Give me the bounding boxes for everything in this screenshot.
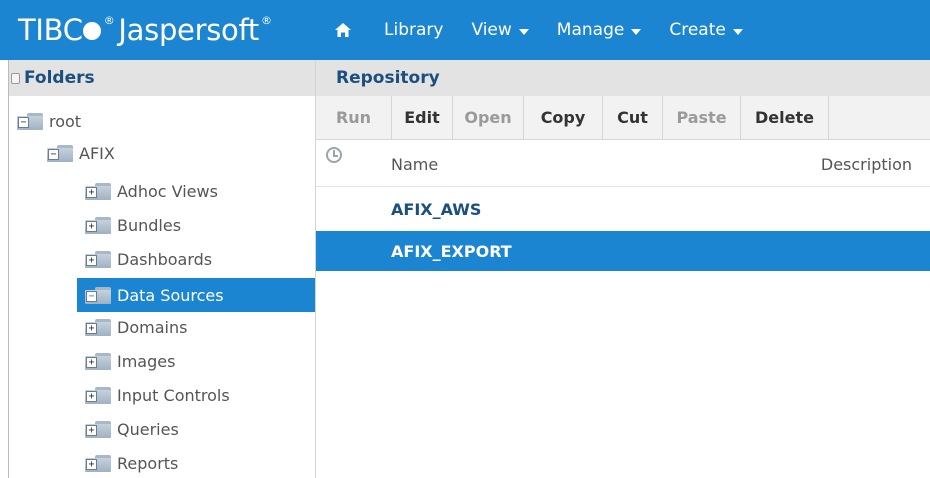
column-description-header[interactable]: Description (821, 155, 912, 174)
jaspersoft-logo[interactable]: TIBC ® Jaspersoft ® (0, 13, 322, 47)
folder-icon: + (85, 250, 111, 268)
cut-button[interactable]: Cut (603, 96, 663, 139)
folders-title: Folders (24, 68, 95, 88)
plus-box-icon[interactable]: + (86, 424, 97, 436)
plus-box-icon[interactable]: + (86, 390, 97, 402)
minus-box-icon[interactable]: − (48, 148, 59, 160)
nav-manage-label: Manage (556, 20, 625, 40)
repository-list: AFIX_AWS AFIX_EXPORT (316, 187, 930, 271)
tree-node-label: root (49, 111, 82, 131)
tree-node[interactable]: − AFIX (47, 138, 115, 168)
tree-node-label: Dashboards (117, 249, 213, 269)
tree-node[interactable]: + Adhoc Views (85, 176, 218, 206)
plus-box-icon[interactable]: + (86, 254, 97, 266)
folder-icon: + (85, 216, 111, 234)
repository-header: Repository (316, 60, 930, 96)
folders-panel-header: Folders (9, 60, 315, 96)
top-navigation-bar: TIBC ® Jaspersoft ® Library View Manage Cre… (0, 0, 930, 60)
edit-button-label: Edit (404, 108, 440, 127)
tree-node[interactable]: − root (17, 106, 81, 136)
tree-node-label: Images (117, 351, 176, 371)
repository-title: Repository (336, 68, 440, 88)
tree-node-label: Reports (117, 453, 179, 473)
tree-node-label: Queries (117, 419, 179, 439)
logo-dot-icon (82, 22, 101, 40)
tree-node-label: AFIX (79, 143, 115, 163)
minus-box-icon[interactable]: − (86, 290, 97, 302)
run-button-label: Run (335, 108, 372, 127)
tree-node[interactable]: + Dashboards (85, 244, 212, 274)
nav-view-label: View (471, 20, 512, 40)
plus-box-icon[interactable]: + (86, 356, 97, 368)
open-button[interactable]: Open (453, 96, 524, 139)
clock-icon[interactable] (326, 147, 342, 163)
tree-node[interactable]: + Reports (85, 448, 178, 478)
nav-create-label: Create (669, 20, 726, 40)
list-item[interactable]: AFIX_AWS (316, 187, 930, 231)
logo-text: TIBC (18, 13, 83, 47)
list-item[interactable]: AFIX_EXPORT (316, 231, 930, 271)
nav-view-menu[interactable]: View (457, 0, 542, 60)
folder-icon: + (85, 318, 111, 336)
copy-button-label: Copy (540, 108, 586, 127)
panel-collapse-icon[interactable] (11, 72, 20, 84)
copy-button[interactable]: Copy (524, 96, 603, 139)
home-icon (335, 23, 351, 37)
open-button-label: Open (464, 108, 512, 127)
logo-trademark: ® (103, 13, 115, 27)
tree-node-label: Data Sources (117, 285, 224, 305)
list-item-name[interactable]: AFIX_AWS (391, 200, 481, 219)
list-header: Name Description (316, 140, 930, 187)
folder-icon: + (85, 182, 111, 200)
folder-icon: + (85, 352, 111, 370)
folder-icon: + (85, 386, 111, 404)
tree-node-label: Adhoc Views (117, 181, 218, 201)
plus-box-icon[interactable]: + (86, 322, 97, 334)
tree-node-label: Input Controls (117, 385, 230, 405)
column-name-header[interactable]: Name (391, 155, 438, 174)
folder-icon: − (85, 286, 111, 304)
paste-button-label: Paste (676, 108, 727, 127)
repository-toolbar: Run Edit Open Copy Cut Paste Delete (316, 96, 930, 140)
list-item-name[interactable]: AFIX_EXPORT (391, 242, 512, 261)
edit-button[interactable]: Edit (392, 96, 453, 139)
tree-node-label: Domains (117, 317, 188, 337)
folders-panel: Folders − root − AFIX + Adhoc Views + Bundles + D… (8, 60, 316, 478)
tree-node[interactable]: + Images (85, 346, 175, 376)
tree-node[interactable]: + Queries (85, 414, 179, 444)
nav-library[interactable]: Library (370, 0, 457, 60)
folder-icon: − (17, 112, 43, 130)
tree-node[interactable]: − Data Sources (77, 278, 316, 312)
repository-panel: Repository Run Edit Open Copy Cut Paste Delete… (315, 60, 930, 478)
folder-icon: − (47, 144, 73, 162)
tree-node[interactable]: + Input Controls (85, 380, 230, 410)
plus-box-icon[interactable]: + (86, 220, 97, 232)
chevron-down-icon (518, 28, 529, 35)
plus-box-icon[interactable]: + (86, 458, 97, 470)
folder-icon: + (85, 420, 111, 438)
folder-icon: + (85, 454, 111, 472)
tree-node[interactable]: + Domains (85, 312, 187, 342)
nav-create-menu[interactable]: Create (655, 0, 757, 60)
logo-trademark-2: ® (260, 13, 272, 27)
nav-library-label: Library (384, 20, 444, 40)
cut-button-label: Cut (617, 108, 648, 127)
home-button[interactable] (322, 0, 370, 60)
chevron-down-icon (732, 28, 743, 35)
minus-box-icon[interactable]: − (18, 116, 29, 128)
delete-button-label: Delete (755, 108, 814, 127)
nav-manage-menu[interactable]: Manage (543, 0, 656, 60)
logo-suffix: Jaspersoft (118, 13, 259, 47)
paste-button[interactable]: Paste (663, 96, 741, 139)
plus-box-icon[interactable]: + (86, 186, 97, 198)
run-button[interactable]: Run (316, 96, 392, 139)
tree-node-label: Bundles (117, 215, 182, 235)
delete-button[interactable]: Delete (741, 96, 829, 139)
chevron-down-icon (631, 28, 642, 35)
tree-node[interactable]: + Bundles (85, 210, 181, 240)
main-nav: Library View Manage Create (322, 0, 757, 60)
